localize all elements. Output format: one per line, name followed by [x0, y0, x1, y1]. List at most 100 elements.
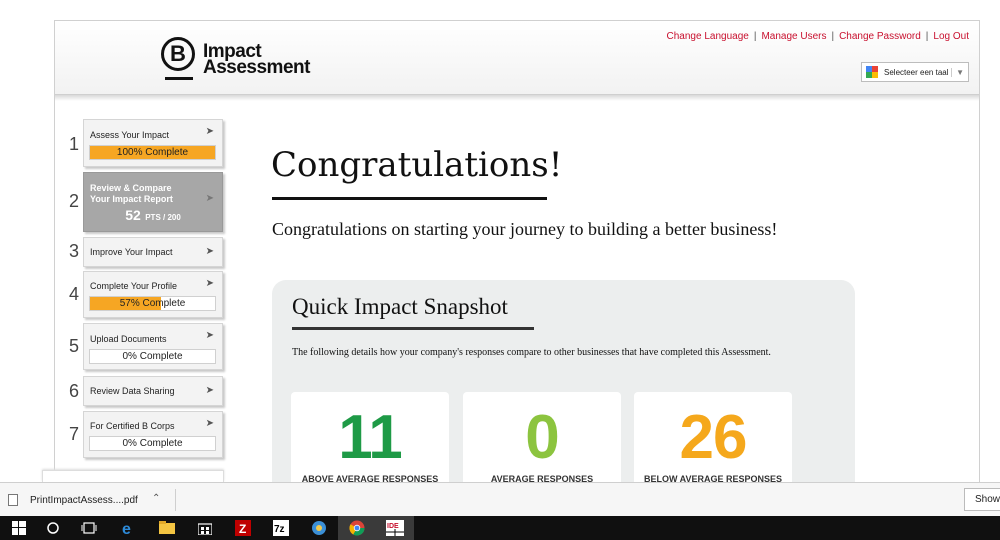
step-review-compare[interactable]: Review & Compare Your Impact Report ➤ 52… [83, 172, 223, 232]
page-title: Congratulations! [271, 145, 563, 185]
svg-text:IDE: IDE [387, 523, 399, 530]
divider [175, 489, 176, 511]
step-number: 2 [68, 191, 79, 211]
stat-value: 26 [679, 403, 748, 472]
downloads-bar: PrintImpactAssess....pdf ⌃ Show [0, 482, 1000, 516]
step-certified-b-corps[interactable]: For Certified B Corps ➤ 0% Complete [83, 411, 223, 458]
link-separator: | [831, 31, 835, 42]
step-complete-profile[interactable]: Complete Your Profile ➤ 57% Complete [83, 271, 223, 318]
step-label: Review & Compare Your Impact Report [90, 183, 173, 205]
step-label: Assess Your Impact [90, 130, 170, 140]
search-circle-icon[interactable] [34, 516, 72, 540]
filezilla-icon[interactable]: Z [224, 516, 262, 540]
step-number: 6 [68, 381, 79, 401]
stat-card-average: 0 AVERAGE RESPONSES [463, 392, 621, 482]
arrow-right-icon: ➤ [205, 126, 214, 137]
stat-caption: BELOW AVERAGE RESPONSES [643, 474, 783, 482]
link-separator: | [753, 31, 757, 42]
step-label: Review Data Sharing [90, 386, 175, 396]
progress-bar: 57% Complete [89, 296, 216, 311]
b-impact-logo[interactable]: B Impact Assessment [161, 37, 310, 83]
stat-caption: AVERAGE RESPONSES [490, 474, 594, 482]
file-explorer-icon[interactable] [148, 516, 186, 540]
chevron-up-icon[interactable]: ⌃ [152, 493, 160, 504]
site-header: B Impact Assessment Change Language | Ma… [55, 21, 979, 95]
edge-icon[interactable]: e [110, 516, 148, 540]
step-assess-impact[interactable]: Assess Your Impact ➤ 100% Complete [83, 119, 223, 167]
quick-impact-snapshot: Quick Impact Snapshot The following deta… [272, 280, 855, 482]
arrow-right-icon: ➤ [205, 278, 214, 289]
ide-icon[interactable]: IDE [376, 516, 414, 540]
arrow-right-icon: ➤ [205, 418, 214, 429]
page-subtitle: Congratulations on starting your journey… [272, 219, 778, 239]
link-separator: | [925, 31, 929, 42]
step-number: 5 [68, 336, 79, 356]
log-out-link[interactable]: Log Out [933, 31, 969, 42]
points-value: 52 [125, 207, 141, 223]
step-label-line-2: Your Impact Report [90, 194, 173, 204]
manage-users-link[interactable]: Manage Users [761, 31, 826, 42]
page-card: B Impact Assessment Change Language | Ma… [54, 20, 980, 482]
step-upload-documents[interactable]: Upload Documents ➤ 0% Complete [83, 323, 223, 370]
svg-text:e: e [122, 521, 131, 536]
stat-value: 11 [338, 403, 403, 472]
download-item[interactable]: PrintImpactAssess....pdf [8, 488, 138, 512]
arrow-right-icon: ➤ [205, 385, 214, 396]
stat-card-above-average: 11 ABOVE AVERAGE RESPONSES [291, 392, 449, 482]
snapshot-title-underline [292, 327, 534, 330]
header-shadow [55, 95, 979, 101]
step-number: 3 [68, 241, 79, 261]
b-logo-mark: B [161, 37, 197, 83]
arrow-right-icon: ➤ [205, 330, 214, 341]
progress-text: 57% Complete [119, 298, 186, 309]
logo-wordmark: Impact Assessment [203, 42, 310, 78]
windows-taskbar: e Z 7z IDE [0, 516, 1000, 540]
logo-underline [165, 77, 193, 80]
arrow-right-icon: ➤ [205, 193, 214, 204]
language-select[interactable]: Selecteer een taal ▼ [861, 62, 969, 82]
browser-viewport: B Impact Assessment Change Language | Ma… [0, 0, 1000, 540]
progress-text: 100% Complete [116, 147, 189, 158]
show-all-downloads-button[interactable]: Show [964, 488, 1000, 511]
step-label-line-1: Review & Compare [90, 183, 172, 193]
stat-caption: ABOVE AVERAGE RESPONSES [301, 474, 439, 482]
step-label: Upload Documents [90, 334, 167, 344]
step-review-data-sharing[interactable]: Review Data Sharing ➤ [83, 376, 223, 406]
store-icon[interactable] [186, 516, 224, 540]
progress-bar: 100% Complete [89, 145, 216, 160]
snapshot-title: Quick Impact Snapshot [292, 294, 508, 319]
svg-text:7z: 7z [274, 524, 285, 535]
step-improve-impact[interactable]: Improve Your Impact ➤ [83, 237, 223, 267]
chrome-icon[interactable] [338, 516, 376, 540]
7zip-icon[interactable]: 7z [262, 516, 300, 540]
step-label: For Certified B Corps [90, 421, 175, 431]
progress-text: 0% Complete [122, 438, 183, 449]
progress-bar: 0% Complete [89, 436, 216, 451]
language-select-label: Selecteer een taal [884, 67, 949, 77]
progress-bar: 0% Complete [89, 349, 216, 364]
sidebar-next-panel [42, 470, 224, 482]
snapshot-description: The following details how your company's… [292, 347, 771, 358]
download-file-name: PrintImpactAssess....pdf [30, 494, 138, 506]
points-suffix: PTS / 200 [145, 213, 181, 222]
account-links: Change Language | Manage Users | Change … [667, 31, 969, 42]
svg-text:Z: Z [239, 522, 246, 536]
title-underline [272, 197, 547, 200]
change-password-link[interactable]: Change Password [839, 31, 921, 42]
progress-text: 0% Complete [122, 351, 183, 362]
change-language-link[interactable]: Change Language [667, 31, 749, 42]
step-label: Complete Your Profile [90, 281, 178, 291]
points-display: 52 PTS / 200 [84, 207, 222, 225]
stat-card-below-average: 26 BELOW AVERAGE RESPONSES [634, 392, 792, 482]
step-label: Improve Your Impact [90, 247, 173, 257]
b-letter: B [161, 37, 195, 71]
network-icon[interactable] [300, 516, 338, 540]
step-number: 1 [68, 134, 79, 154]
step-number: 7 [68, 424, 79, 444]
task-view-icon[interactable] [70, 516, 108, 540]
windows-icon[interactable] [0, 516, 38, 540]
dropdown-caret-icon: ▼ [951, 67, 964, 77]
logo-line-2: Assessment [203, 57, 310, 78]
step-number: 4 [68, 284, 79, 304]
arrow-right-icon: ➤ [205, 246, 214, 257]
